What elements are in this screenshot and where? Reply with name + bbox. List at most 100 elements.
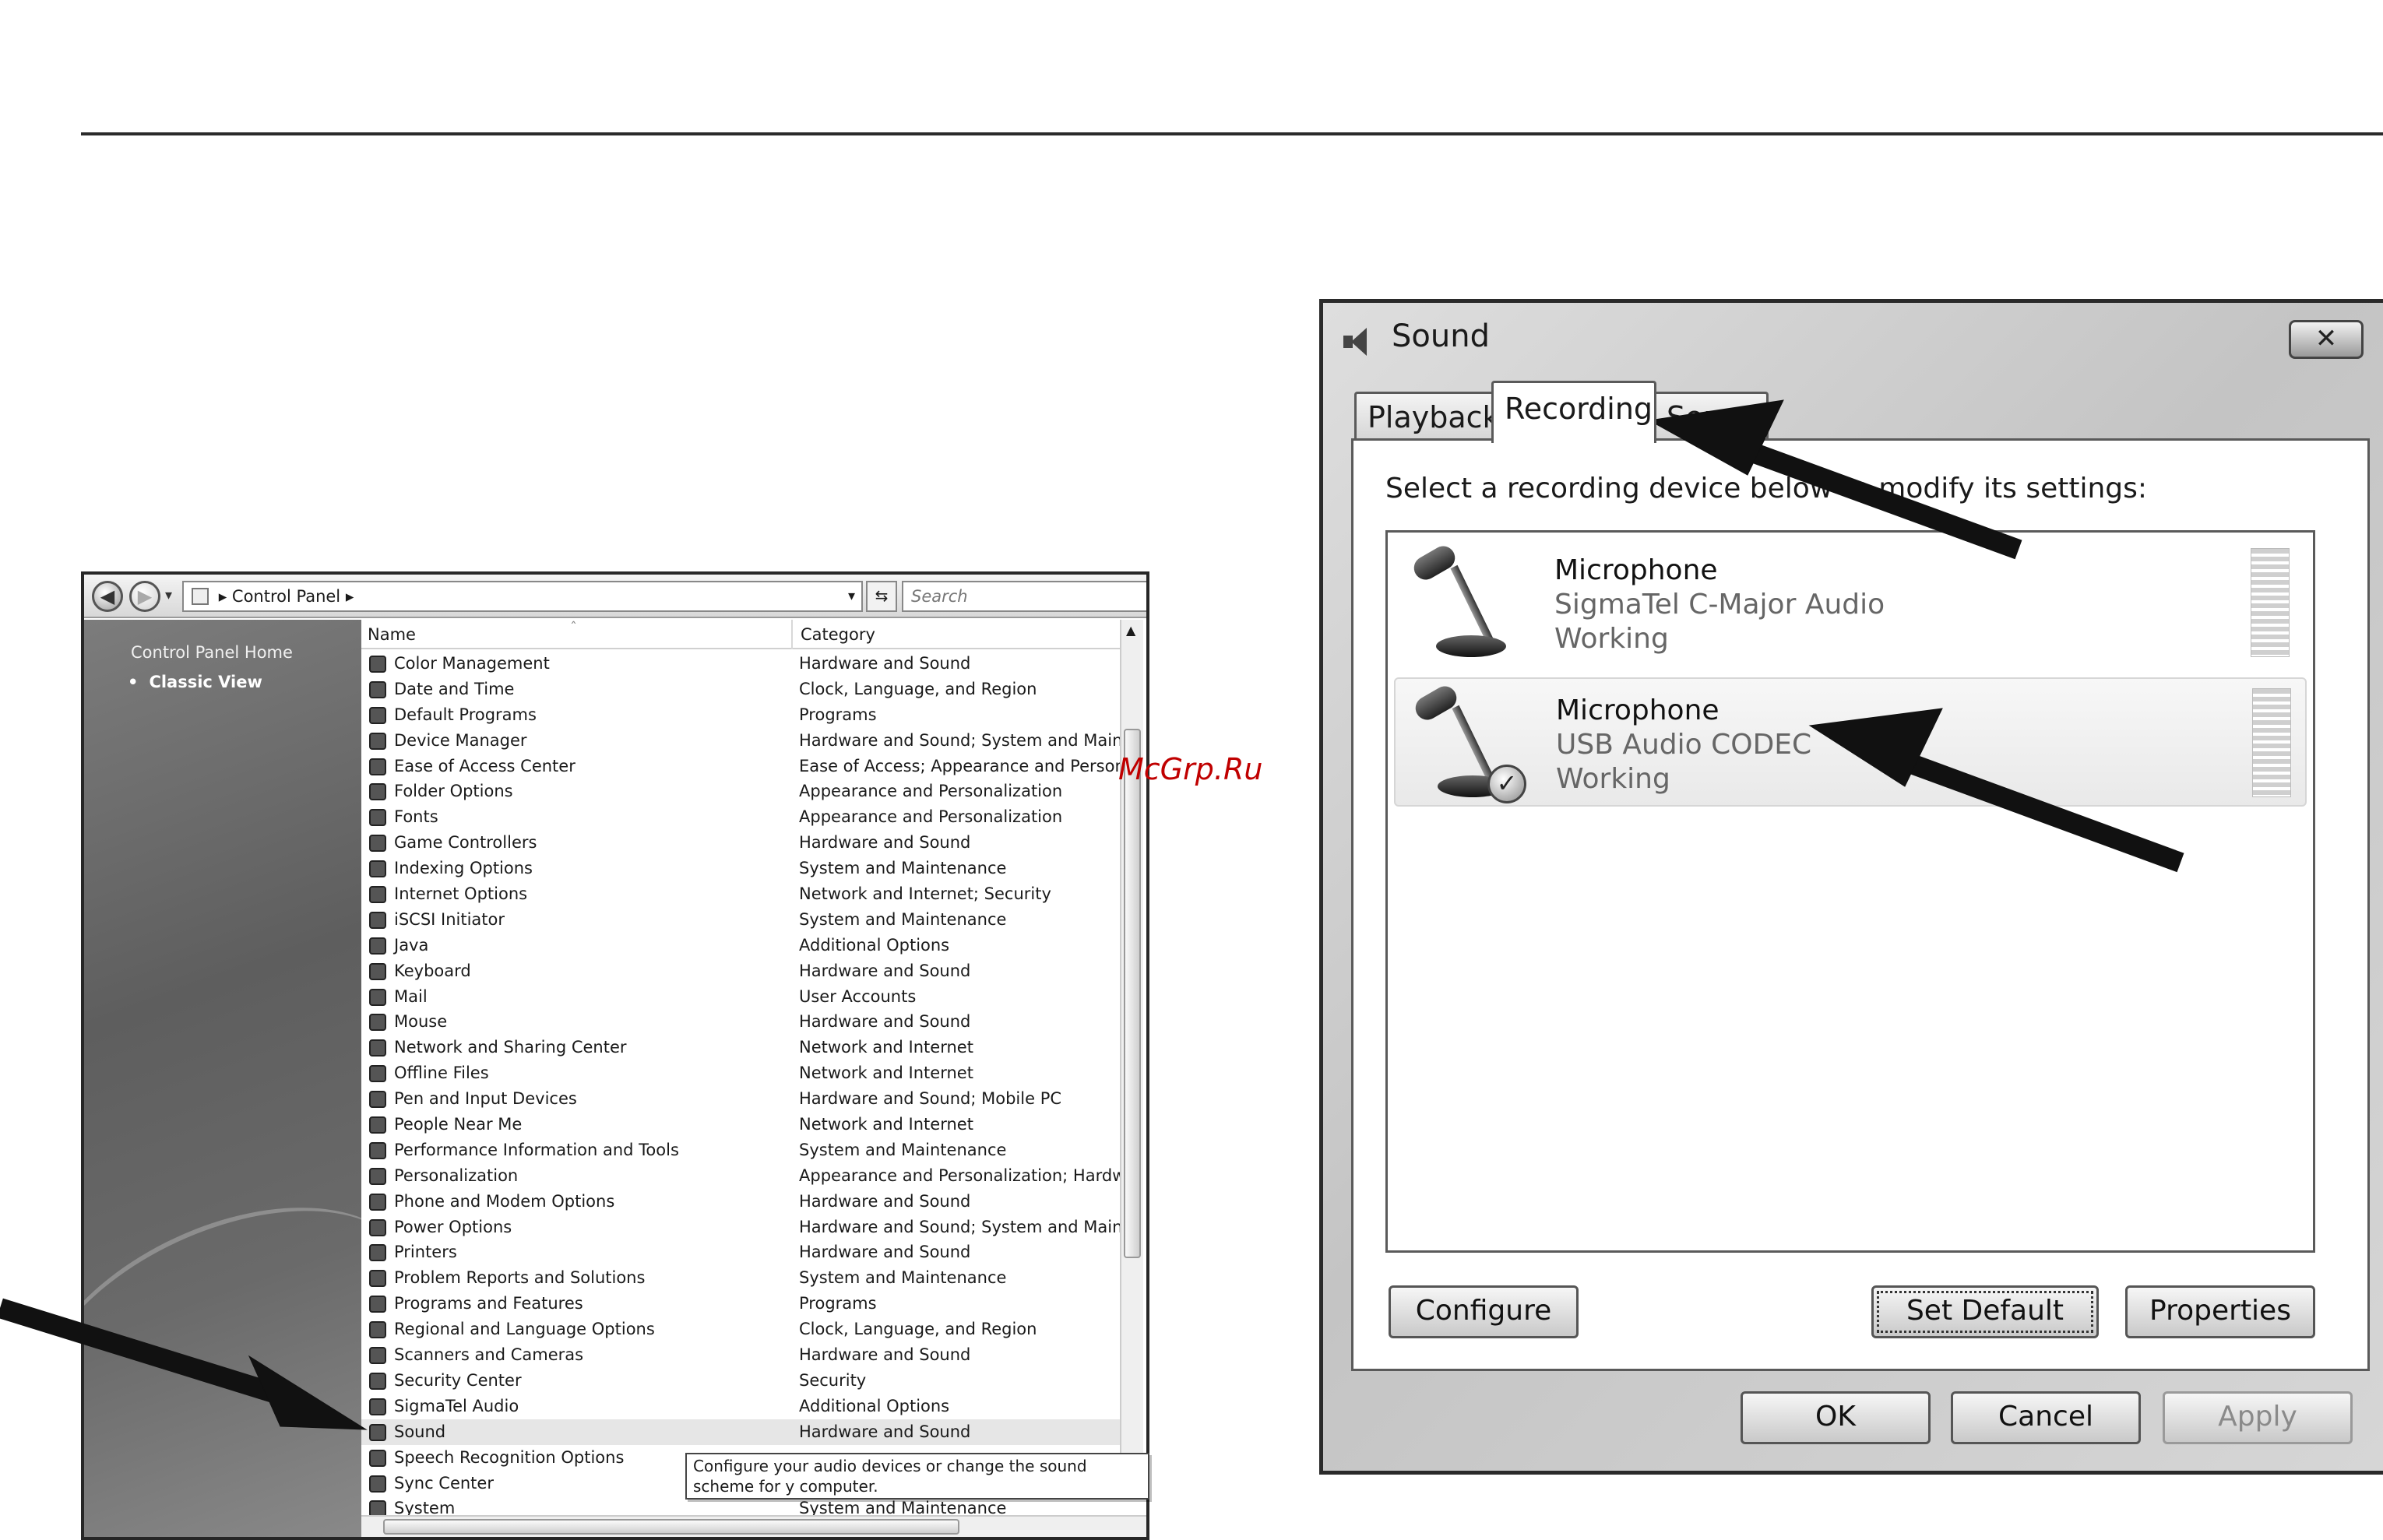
list-item[interactable]: People Near Me Network and Internet — [361, 1112, 1134, 1137]
item-name: Color Management — [394, 654, 550, 673]
list-item[interactable]: Power Options Hardware and Sound; System … — [361, 1215, 1139, 1240]
item-name: Performance Information and Tools — [394, 1140, 679, 1159]
item-name: Programs and Features — [394, 1294, 583, 1313]
item-icon — [369, 1218, 386, 1236]
horizontal-scroll-thumb[interactable] — [383, 1519, 959, 1535]
list-item[interactable]: Problem Reports and Solutions System and … — [361, 1265, 1134, 1291]
device-status: Working — [1556, 763, 1670, 795]
list-item[interactable]: Folder Options Appearance and Personaliza… — [361, 779, 1134, 804]
list-item[interactable]: Java Additional Options — [361, 933, 1134, 958]
list-item[interactable]: Indexing Options System and Maintenance — [361, 856, 1134, 881]
list-item[interactable]: Network and Sharing Center Network and In… — [361, 1035, 1134, 1060]
configure-button[interactable]: Configure — [1389, 1285, 1579, 1338]
list-item[interactable]: Security Center Security — [361, 1368, 1134, 1394]
list-item[interactable]: Color Management Hardware and Sound — [361, 651, 1134, 677]
item-category: System and Maintenance — [799, 1268, 1007, 1288]
history-dropdown-icon[interactable]: ▾ — [165, 587, 172, 603]
item-name: Folder Options — [394, 782, 513, 801]
sound-dialog: Sound ✕ Playback Recording Sounds Select… — [1319, 299, 2383, 1475]
item-name: Indexing Options — [394, 859, 533, 878]
list-item[interactable]: Ease of Access Center Ease of Access; App… — [361, 754, 1139, 779]
item-category: Clock, Language, and Region — [799, 679, 1037, 698]
item-name: Network and Sharing Center — [394, 1038, 627, 1057]
item-icon — [369, 1039, 386, 1057]
list-item[interactable]: Offline Files Network and Internet — [361, 1060, 1134, 1086]
close-icon[interactable]: ✕ — [2289, 320, 2364, 359]
watermark: McGrp.Ru — [1118, 752, 1263, 786]
item-icon — [369, 1014, 386, 1032]
item-category: Hardware and Sound — [799, 654, 971, 673]
list-item[interactable]: Game Controllers Hardware and Sound — [361, 830, 1134, 856]
sidebar-link-classic-view[interactable]: Classic View — [128, 673, 262, 691]
address-dropdown-icon[interactable]: ▾ — [848, 582, 855, 610]
item-category: Security — [799, 1370, 867, 1390]
tab-recording[interactable]: Recording — [1491, 381, 1656, 443]
list-item[interactable]: Regional and Language Options Clock, Lang… — [361, 1317, 1134, 1342]
item-name: Fonts — [394, 807, 438, 827]
item-icon — [369, 1321, 386, 1339]
item-name: Sync Center — [394, 1473, 494, 1493]
device-item[interactable]: Microphone SigmaTel C-Major Audio Workin… — [1394, 539, 2307, 668]
item-category: Network and Internet — [799, 1038, 973, 1057]
list-item[interactable]: Keyboard Hardware and Sound — [361, 958, 1134, 984]
device-name: Microphone — [1556, 694, 1719, 726]
item-name: Security Center — [394, 1370, 522, 1390]
item-category: Hardware and Sound — [799, 1422, 971, 1441]
item-category: Appearance and Personalization — [799, 782, 1063, 801]
list-item[interactable]: Mouse Hardware and Sound — [361, 1009, 1134, 1035]
list-item[interactable]: Scanners and Cameras Hardware and Sound — [361, 1342, 1134, 1368]
list-item[interactable]: Printers Hardware and Sound — [361, 1239, 1134, 1265]
address-field[interactable]: ▸ Control Panel ▸ ▾ — [182, 581, 863, 612]
back-arrow-icon[interactable]: ◀ — [92, 581, 123, 612]
device-item-selected[interactable]: ✓ Microphone USB Audio CODEC Working — [1394, 677, 2307, 807]
list-item[interactable]: Performance Information and Tools System … — [361, 1137, 1134, 1163]
list-item[interactable]: Mail User Accounts — [361, 984, 1134, 1010]
device-description: SigmaTel C-Major Audio — [1554, 589, 1885, 621]
list-item[interactable]: Sound Hardware and Sound — [361, 1419, 1134, 1445]
list-item[interactable]: Device Manager Hardware and Sound; System… — [361, 728, 1139, 754]
item-icon — [369, 656, 386, 673]
item-category: Clock, Language, and Region — [799, 1320, 1037, 1339]
item-category: Appearance and Personalization; Hardware… — [799, 1166, 1139, 1185]
cancel-button[interactable]: Cancel — [1951, 1391, 2141, 1444]
item-icon — [369, 1141, 386, 1159]
list-item[interactable]: Phone and Modem Options Hardware and Soun… — [361, 1189, 1134, 1215]
items-rows: Color Management Hardware and Sound Date a… — [361, 651, 1139, 1521]
apply-button[interactable]: Apply — [2163, 1391, 2353, 1444]
column-header-name[interactable]: Name — [368, 620, 416, 649]
tab-playback[interactable]: Playback — [1354, 392, 1500, 441]
item-name: Offline Files — [394, 1064, 489, 1083]
sidebar: Control Panel Home Classic View — [84, 620, 458, 1537]
search-input[interactable]: Search — [902, 581, 1146, 612]
level-meter — [2251, 548, 2290, 657]
properties-button[interactable]: Properties — [2125, 1285, 2315, 1338]
horizontal-scrollbar[interactable] — [361, 1515, 1146, 1537]
microphone-icon — [1405, 542, 1522, 668]
item-icon — [369, 886, 386, 904]
tab-sounds[interactable]: Sounds — [1653, 392, 1769, 441]
vertical-scroll-thumb[interactable] — [1124, 729, 1141, 1258]
list-item[interactable]: Fonts Appearance and Personalization — [361, 804, 1134, 830]
list-item[interactable]: iSCSI Initiator System and Maintenance — [361, 907, 1134, 933]
list-item[interactable]: Personalization Appearance and Personaliz… — [361, 1163, 1139, 1189]
item-category: Hardware and Sound — [799, 961, 971, 980]
address-bar: ◀ ▶ ▾ ▸ Control Panel ▸ ▾ ⇆ Search ⌕ — [84, 575, 1146, 618]
set-default-button[interactable]: Set Default — [1871, 1285, 2099, 1338]
item-name: Scanners and Cameras — [394, 1345, 584, 1365]
list-item[interactable]: Programs and Features Programs — [361, 1291, 1134, 1317]
item-category: Hardware and Sound — [799, 1191, 971, 1211]
breadcrumb-control-panel[interactable]: Control Panel — [232, 587, 340, 606]
column-header-category[interactable]: Category — [791, 620, 875, 649]
list-item[interactable]: Internet Options Network and Internet; Se… — [361, 881, 1134, 907]
list-item[interactable]: Date and Time Clock, Language, and Region — [361, 677, 1134, 702]
forward-arrow-icon[interactable]: ▶ — [129, 581, 160, 612]
ok-button[interactable]: OK — [1741, 1391, 1931, 1444]
list-item[interactable]: Pen and Input Devices Hardware and Sound;… — [361, 1086, 1134, 1112]
item-name: Default Programs — [394, 705, 537, 724]
refresh-icon[interactable]: ⇆ — [866, 581, 897, 612]
list-item[interactable]: SigmaTel Audio Additional Options — [361, 1394, 1134, 1419]
sidebar-link-control-panel-home[interactable]: Control Panel Home — [131, 643, 293, 662]
list-item[interactable]: Default Programs Programs — [361, 702, 1134, 728]
item-icon — [369, 988, 386, 1006]
scroll-up-icon[interactable]: ▲ — [1126, 623, 1135, 638]
